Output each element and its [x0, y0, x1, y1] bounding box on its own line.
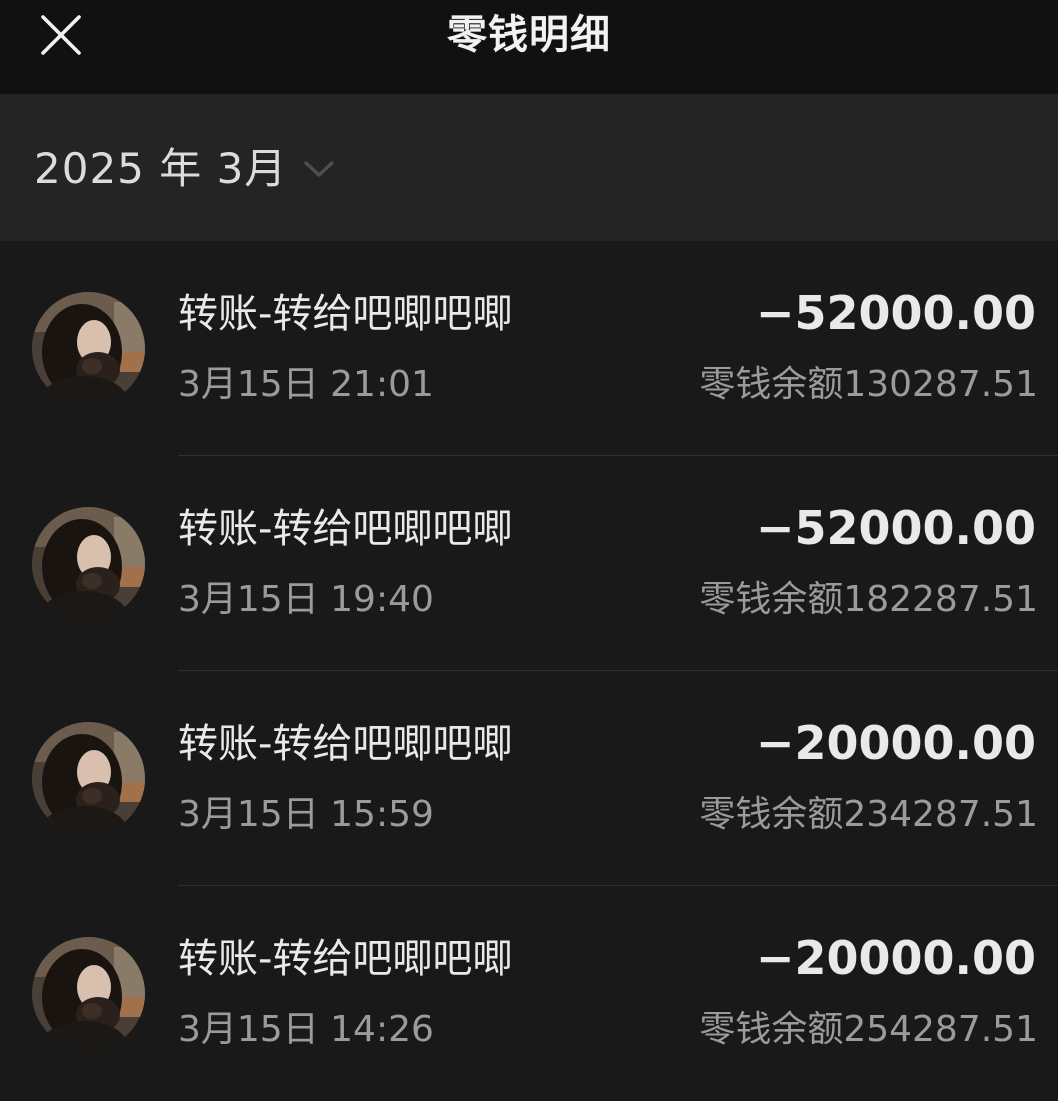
transaction-time: 3月15日 21:01 [178, 364, 434, 405]
transaction-balance: 零钱余额130287.51 [699, 364, 1038, 405]
transaction-list: 转账-转给吧唧吧唧 3月15日 21:01 −52000.00 零钱余额1302… [0, 241, 1058, 1101]
avatar [32, 722, 145, 835]
month-label: 2025 年 3月 [34, 144, 288, 193]
transaction-title: 转账-转给吧唧吧唧 [178, 291, 513, 337]
transaction-balance: 零钱余额234287.51 [699, 794, 1038, 835]
avatar-image [32, 507, 145, 620]
avatar [32, 507, 145, 620]
transaction-amount: −52000.00 [755, 501, 1036, 555]
transaction-time: 3月15日 15:59 [178, 794, 434, 835]
page-title: 零钱明细 [447, 12, 611, 58]
chevron-down-icon [304, 161, 335, 177]
transaction-amount: −52000.00 [755, 286, 1036, 340]
transaction-amount: −20000.00 [755, 716, 1036, 770]
transaction-row[interactable]: 转账-转给吧唧吧唧 3月15日 19:40 −52000.00 零钱余额1822… [0, 456, 1058, 671]
transaction-row[interactable]: 转账-转给吧唧吧唧 3月15日 21:01 −52000.00 零钱余额1302… [0, 241, 1058, 456]
avatar-image [32, 722, 145, 835]
avatar [32, 292, 145, 405]
avatar-image [32, 937, 145, 1050]
nav-bar: 零钱明细 [0, 0, 1058, 94]
transaction-title: 转账-转给吧唧吧唧 [178, 721, 513, 767]
avatar [32, 937, 145, 1050]
month-picker[interactable]: 2025 年 3月 [34, 142, 335, 196]
transaction-title: 转账-转给吧唧吧唧 [178, 936, 513, 982]
transaction-time: 3月15日 19:40 [178, 579, 434, 620]
transaction-balance: 零钱余额182287.51 [699, 579, 1038, 620]
transaction-time: 3月15日 14:26 [178, 1009, 434, 1050]
transaction-title: 转账-转给吧唧吧唧 [178, 506, 513, 552]
transaction-row[interactable]: 转账-转给吧唧吧唧 3月15日 14:26 −20000.00 零钱余额2542… [0, 886, 1058, 1101]
transaction-row[interactable]: 转账-转给吧唧吧唧 3月15日 15:59 −20000.00 零钱余额2342… [0, 671, 1058, 886]
transaction-amount: −20000.00 [755, 931, 1036, 985]
avatar-image [32, 292, 145, 405]
month-filter-bar: 2025 年 3月 [0, 94, 1058, 241]
transaction-balance: 零钱余额254287.51 [699, 1009, 1038, 1050]
